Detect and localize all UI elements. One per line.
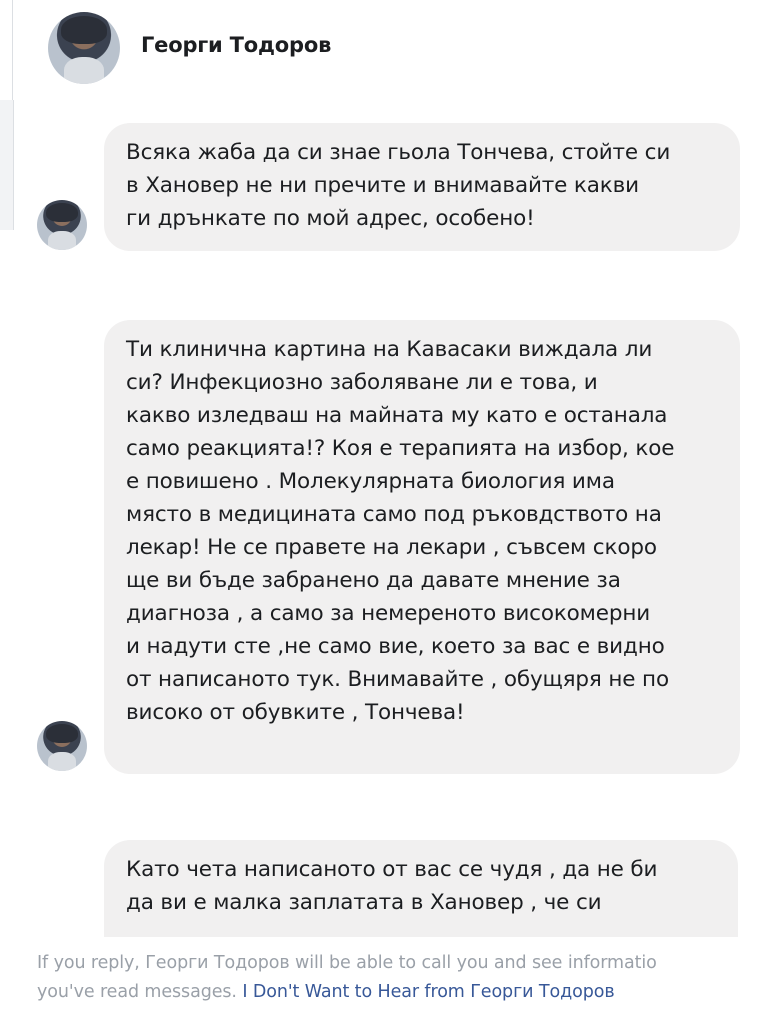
reply-notice-line2: you've read messages. xyxy=(37,982,243,1002)
contact-avatar[interactable] xyxy=(48,12,120,84)
sender-avatar[interactable] xyxy=(37,721,87,771)
panel-edge xyxy=(0,100,14,230)
contact-name[interactable]: Георги Тодоров xyxy=(141,33,331,57)
message-bubble[interactable]: Всяка жаба да си знае гьола Тончева, сто… xyxy=(104,123,740,251)
ignore-contact-link[interactable]: I Don't Want to Hear from Георги Тодоров xyxy=(242,982,614,1002)
message-bubble[interactable]: Ти клинична картина на Кавасаки виждала … xyxy=(104,320,740,774)
reply-notice: If you reply, Георги Тодоров will be abl… xyxy=(0,937,770,1021)
reply-notice-text: If you reply, Георги Тодоров will be abl… xyxy=(37,949,770,1007)
messenger-conversation: Георги Тодоров Всяка жаба да си знае гьо… xyxy=(0,0,770,1021)
reply-notice-line1: If you reply, Георги Тодоров will be abl… xyxy=(37,953,657,973)
conversation-header: Георги Тодоров xyxy=(0,0,770,98)
sender-avatar[interactable] xyxy=(37,200,87,250)
